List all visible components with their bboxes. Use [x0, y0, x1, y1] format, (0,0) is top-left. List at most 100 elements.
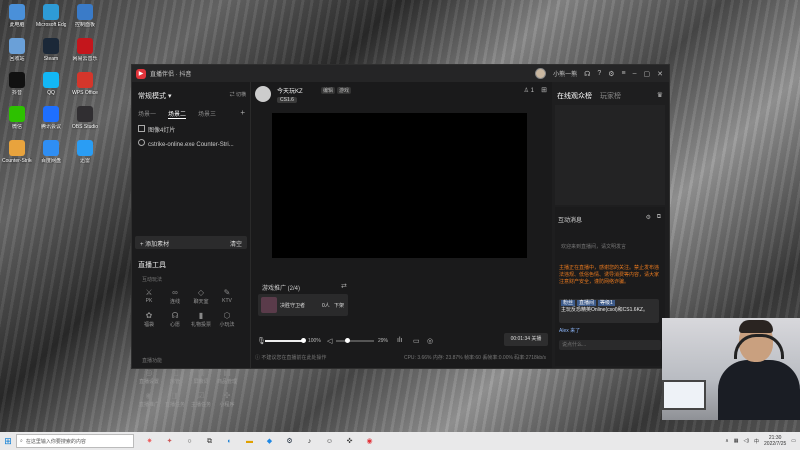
source-item[interactable]: cstrike-online.exe Counter-Stri...	[138, 139, 246, 148]
desktop-icon[interactable]: 控制面板	[70, 4, 100, 28]
camera-icon[interactable]: ▭	[413, 337, 420, 345]
user-avatar[interactable]	[535, 68, 547, 79]
tiktok-icon[interactable]: ♪	[304, 436, 315, 447]
tool-button[interactable]: ◫ 房管	[164, 368, 186, 385]
tool-button[interactable]: ✣ 小程序	[216, 391, 238, 408]
add-material-button[interactable]: + 添加素材	[140, 239, 169, 248]
ranking-icon[interactable]: ♛	[657, 91, 663, 99]
close-icon[interactable]: ✕	[657, 70, 663, 78]
tool-label: 屏蔽词	[193, 379, 209, 385]
tool-button[interactable]: ◎ 直播设置	[138, 368, 160, 385]
chat-settings-icon[interactable]: ⚙	[646, 214, 651, 221]
desktop-icon[interactable]: Microsoft Edge	[36, 4, 66, 28]
desktop-icon[interactable]: 抖音	[2, 72, 32, 96]
desktop-icon[interactable]: QQ	[36, 72, 66, 96]
desktop-icon[interactable]: 腾讯会议	[36, 106, 66, 130]
steam-icon[interactable]: ⚙	[284, 436, 295, 447]
tool-button[interactable]: ✎ KTV	[216, 288, 238, 304]
tool-button[interactable]: ⬡ 小玩法	[216, 311, 238, 328]
desktop-icon[interactable]: WPS Office	[70, 72, 100, 96]
enter-message: Alex 来了	[559, 328, 581, 334]
settings-icon[interactable]: ⚙	[608, 70, 614, 78]
desktop-icon[interactable]: 回收站	[2, 38, 32, 62]
task-view-icon[interactable]: ○	[184, 436, 195, 447]
tool-button[interactable]: ▮ 礼物投票	[190, 311, 212, 328]
desktop-icon[interactable]: 网易云音乐	[70, 38, 100, 62]
fire-icon[interactable]: ✷	[144, 436, 155, 447]
tab-scene-3[interactable]: 场景三	[198, 109, 216, 119]
chevron-up-icon[interactable]: ∧	[725, 438, 729, 444]
mic-volume-slider[interactable]	[265, 340, 303, 342]
source-item[interactable]: 图像4灯片	[138, 125, 246, 134]
chat-input[interactable]: 说点什么...	[559, 340, 661, 350]
tab-online-audience[interactable]: 在线观众榜	[557, 91, 592, 101]
switch-orientation-button[interactable]: ⇄ 切横	[230, 91, 246, 98]
clock[interactable]: 21:30 2022/7/25	[764, 435, 786, 447]
maximize-icon[interactable]: ▢	[644, 70, 651, 78]
face-icon[interactable]: ☺	[324, 436, 335, 447]
tag-game[interactable]: 游戏	[337, 87, 352, 94]
menu-icon[interactable]: ≡	[622, 70, 626, 77]
volume-icon[interactable]: ◁)	[743, 438, 749, 444]
headset-icon[interactable]: ☊	[584, 70, 590, 78]
vscode-icon[interactable]: ◆	[264, 436, 275, 447]
tool-button[interactable]: ◇ 聊天室	[190, 288, 212, 305]
tab-scene-2[interactable]: 场景二	[168, 109, 187, 119]
tool-button[interactable]: ✿ 福袋	[138, 311, 160, 328]
tab-player-rank[interactable]: 玩家榜	[600, 91, 621, 101]
live-companion-icon[interactable]: ◉	[364, 436, 375, 447]
explorer-icon[interactable]: ▬	[244, 436, 255, 447]
pinned-message[interactable]: 粉丝 直播间 等级1 主玩反恐精英Online(csol)和CS1.6KZ。	[559, 299, 659, 323]
promo-card[interactable]: 决胜守卫者 0人 下架	[258, 294, 348, 316]
input-language[interactable]: 中	[754, 438, 759, 445]
desktop-icon[interactable]: OBS Studio	[70, 106, 100, 130]
tool-button[interactable]: ▤ 商品管理	[216, 368, 238, 385]
desktop-icon[interactable]: 迅雷	[70, 140, 100, 164]
user-name[interactable]: 小熊一熊	[553, 69, 577, 78]
swap-icon[interactable]: ⇄	[341, 282, 347, 290]
anchor-avatar[interactable]	[255, 86, 271, 102]
tool-button[interactable]: ☊ 心愿	[164, 311, 186, 328]
layout-icon[interactable]: ⊞	[541, 86, 547, 94]
network-icon[interactable]: ▦	[734, 438, 739, 444]
mic-volume-knob[interactable]	[301, 338, 306, 343]
speaker-icon[interactable]: ◁	[327, 337, 332, 345]
desktop-icon[interactable]: 微信	[2, 106, 32, 130]
app-icon	[77, 106, 93, 122]
tag-edit[interactable]: 编辑	[321, 87, 336, 94]
desktop-icon[interactable]: 百度网盘	[36, 140, 66, 164]
desktop-icon[interactable]: Counter-Strike	[2, 140, 32, 164]
minimize-icon[interactable]: –	[633, 70, 637, 77]
taskview-icon[interactable]: ⧉	[204, 436, 215, 447]
end-live-button[interactable]: 00:01:34 关播	[504, 333, 548, 346]
tool-button[interactable]: ◉ 直播推广	[138, 391, 160, 408]
add-scene-icon[interactable]: +	[240, 108, 245, 117]
tab-scene-1[interactable]: 场景一	[138, 109, 156, 119]
cs-icon[interactable]: ✜	[344, 436, 355, 447]
notification-icon[interactable]: ▭	[791, 438, 796, 444]
windows-start-icon[interactable]: ⊞	[0, 432, 16, 450]
tool-icon: ✣	[223, 391, 231, 400]
tool-icon: ◇	[197, 288, 205, 297]
game-icon[interactable]: ✦	[164, 436, 175, 447]
help-icon[interactable]: ?	[597, 70, 601, 77]
record-icon[interactable]: ◎	[427, 337, 433, 345]
tool-button[interactable]: ☑ 主播任务	[190, 391, 212, 408]
clear-button[interactable]: 清空	[230, 239, 242, 248]
speaker-volume-knob[interactable]	[345, 338, 350, 343]
taskbar-search-input[interactable]: ⌕ 在这里输入你要搜索的内容	[16, 434, 134, 448]
tool-button[interactable]: ▣ 屏蔽词	[190, 368, 212, 385]
equalizer-icon[interactable]: ılı	[397, 337, 402, 344]
live-preview[interactable]	[272, 113, 527, 258]
edge-icon[interactable]: ◐	[224, 436, 235, 447]
chat-popout-icon[interactable]: ⧉	[657, 214, 661, 221]
desktop-icon[interactable]: Steam	[36, 38, 66, 62]
promo-takedown-button[interactable]: 下架	[334, 302, 344, 309]
tool-button[interactable]: ∞ 连线	[164, 288, 186, 305]
desktop-icon[interactable]: 此电脑	[2, 4, 32, 28]
tool-button[interactable]: ◨ 直播任务	[164, 391, 186, 408]
tool-button[interactable]: ⚔ PK	[138, 288, 160, 304]
mode-selector[interactable]: 常规模式 ▾	[138, 91, 171, 101]
promo-card-title: 决胜守卫者	[280, 303, 306, 309]
speaker-volume-slider[interactable]	[336, 340, 374, 342]
